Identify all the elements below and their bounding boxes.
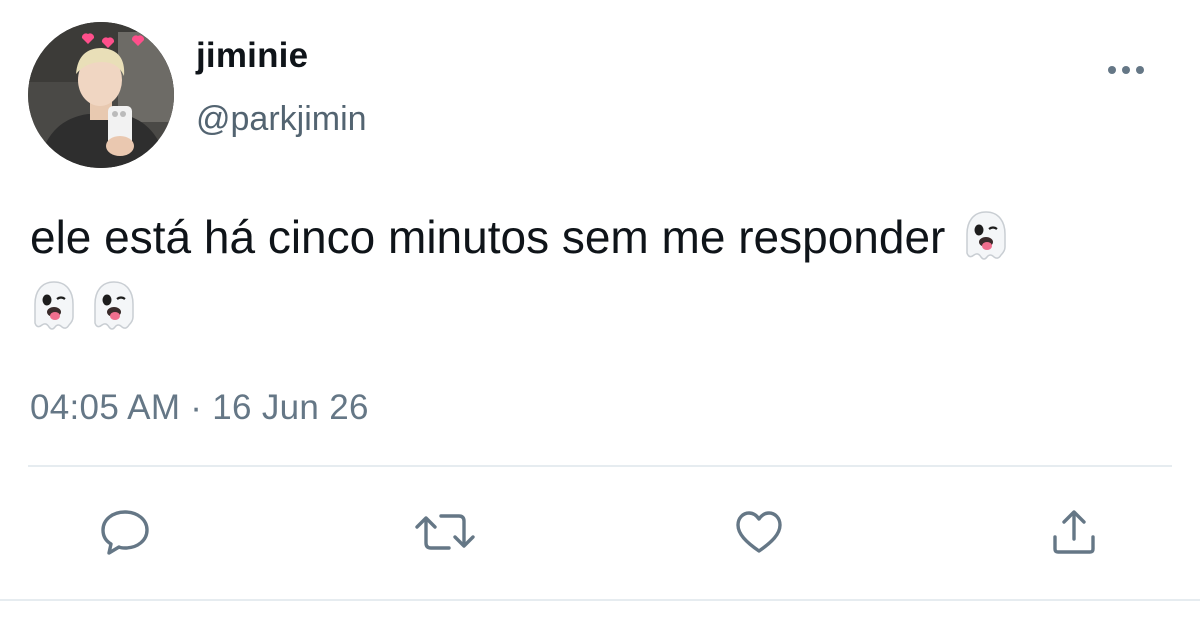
divider (28, 465, 1172, 467)
tweet-text: ele está há cinco minutos sem me respond… (30, 202, 1160, 342)
user-handle[interactable]: @parkjimin (196, 100, 367, 139)
retweet-icon[interactable] (413, 505, 477, 559)
more-options-icon[interactable] (1106, 60, 1146, 80)
tweet-text-content: ele está há cinco minutos sem me respond… (30, 211, 946, 263)
tweet-card: jiminie @parkjimin ele está há cinco min… (0, 0, 1200, 617)
share-icon[interactable] (1047, 505, 1101, 559)
ghost-emoji-icon (962, 209, 1010, 261)
like-icon[interactable] (732, 505, 786, 559)
avatar[interactable] (28, 22, 174, 168)
ghost-emoji-icon (90, 279, 138, 331)
tweet-timestamp[interactable]: 04:05 AM · 16 Jun 26 (30, 388, 369, 428)
divider-bottom (0, 599, 1200, 601)
ghost-emoji-icon (30, 279, 78, 331)
reply-icon[interactable] (98, 505, 152, 559)
display-name[interactable]: jiminie (196, 36, 308, 76)
